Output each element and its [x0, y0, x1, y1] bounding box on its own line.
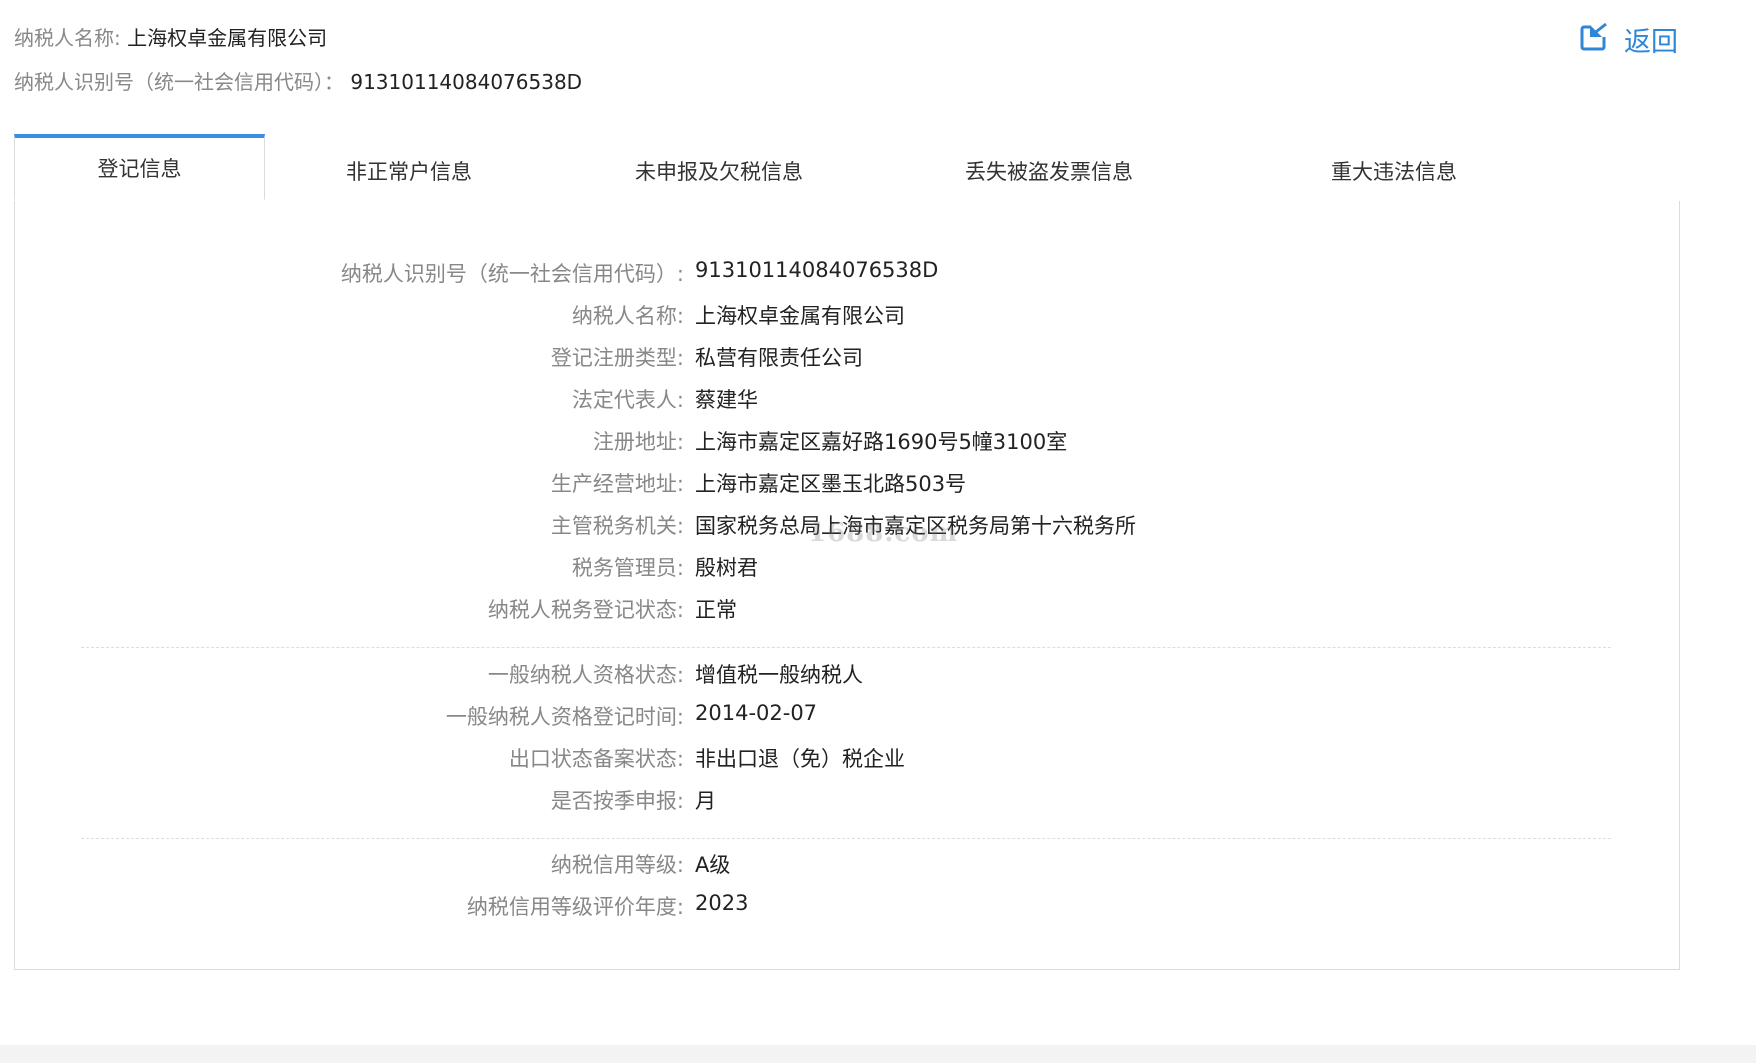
detail-label: 纳税人名称: — [571, 304, 684, 328]
detail-row: 生产经营地址: 上海市嘉定区墨玉北路503号 — [15, 468, 1679, 498]
section-divider — [81, 838, 1611, 839]
detail-row: 纳税人税务登记状态: 正常 — [15, 594, 1679, 624]
detail-row: 出口状态备案状态: 非出口退（免）税企业 — [15, 743, 1679, 773]
detail-row: 纳税信用等级: A级 — [15, 849, 1679, 879]
tab-registration-info[interactable]: 登记信息 — [14, 134, 265, 200]
detail-label: 纳税人识别号（统一社会信用代码）: — [340, 262, 684, 286]
detail-row: 税务管理员: 殷树君 — [15, 552, 1679, 582]
tab-undeclared-arrears-info[interactable]: 未申报及欠税信息 — [584, 137, 854, 201]
back-arrow-icon — [1580, 21, 1624, 58]
back-button[interactable]: 返回 — [1580, 20, 1678, 59]
detail-row: 法定代表人: 蔡建华 — [15, 384, 1679, 414]
header-name-value: 上海权卓金属有限公司 — [127, 26, 328, 50]
detail-value: 殷树君 — [695, 556, 758, 580]
detail-label: 注册地址: — [592, 430, 684, 454]
detail-value: 非出口退（免）税企业 — [695, 747, 905, 771]
detail-label: 纳税信用等级评价年度: — [466, 895, 684, 919]
detail-value: 2023 — [695, 891, 749, 915]
detail-row: 纳税人名称: 上海权卓金属有限公司 — [15, 300, 1679, 330]
header-taxpayer-name: 纳税人名称: 上海权卓金属有限公司 — [14, 22, 327, 51]
detail-label: 法定代表人: — [571, 388, 684, 412]
detail-value: 月 — [695, 789, 716, 813]
detail-value: 上海市嘉定区嘉好路1690号5幢3100室 — [695, 430, 1068, 454]
detail-label: 出口状态备案状态: — [508, 747, 684, 771]
header-taxpayer-id: 纳税人识别号（统一社会信用代码）： 91310114084076538D — [14, 66, 582, 95]
detail-row: 是否按季申报: 月 — [15, 785, 1679, 815]
detail-value: 增值税一般纳税人 — [695, 663, 863, 687]
detail-label: 税务管理员: — [571, 556, 684, 580]
detail-label: 一般纳税人资格登记时间: — [445, 705, 684, 729]
detail-label: 生产经营地址: — [550, 472, 684, 496]
detail-value: 正常 — [695, 598, 737, 622]
back-label: 返回 — [1624, 27, 1678, 58]
header-id-value: 91310114084076538D — [350, 70, 583, 94]
section-divider — [81, 647, 1611, 648]
detail-label: 主管税务机关: — [550, 514, 684, 538]
detail-label: 一般纳税人资格状态: — [487, 663, 684, 687]
detail-row: 注册地址: 上海市嘉定区嘉好路1690号5幢3100室 — [15, 426, 1679, 456]
tab-major-violation-info[interactable]: 重大违法信息 — [1264, 137, 1524, 201]
header-id-label: 纳税人识别号（统一社会信用代码）： — [14, 70, 344, 94]
tab-abnormal-household-info[interactable]: 非正常户信息 — [284, 137, 534, 201]
detail-row: 登记注册类型: 私营有限责任公司 — [15, 342, 1679, 372]
detail-value: 蔡建华 — [695, 388, 758, 412]
detail-row: 纳税人识别号（统一社会信用代码）: 91310114084076538D — [15, 258, 1679, 288]
detail-value: 91310114084076538D — [695, 258, 939, 282]
tab-lost-invoice-info[interactable]: 丢失被盗发票信息 — [914, 137, 1184, 201]
watermark: 1688.com — [808, 518, 959, 548]
detail-value: 上海市嘉定区墨玉北路503号 — [695, 472, 967, 496]
detail-label: 纳税人税务登记状态: — [487, 598, 684, 622]
detail-row: 一般纳税人资格登记时间: 2014-02-07 — [15, 701, 1679, 731]
detail-value: A级 — [695, 853, 731, 877]
detail-label: 纳税信用等级: — [550, 853, 684, 877]
detail-value: 2014-02-07 — [695, 701, 818, 725]
header-name-label: 纳税人名称: — [14, 26, 121, 50]
detail-row: 纳税信用等级评价年度: 2023 — [15, 891, 1679, 921]
detail-label: 是否按季申报: — [550, 789, 684, 813]
detail-row: 一般纳税人资格状态: 增值税一般纳税人 — [15, 659, 1679, 689]
registration-info-panel: 纳税人识别号（统一社会信用代码）: 91310114084076538D 纳税人… — [14, 201, 1680, 970]
detail-value: 私营有限责任公司 — [695, 346, 863, 370]
detail-label: 登记注册类型: — [550, 346, 684, 370]
tab-bar: 登记信息 非正常户信息 未申报及欠税信息 丢失被盗发票信息 重大违法信息 — [14, 134, 1680, 202]
footer-band — [0, 1045, 1756, 1063]
detail-value: 上海权卓金属有限公司 — [695, 304, 905, 328]
